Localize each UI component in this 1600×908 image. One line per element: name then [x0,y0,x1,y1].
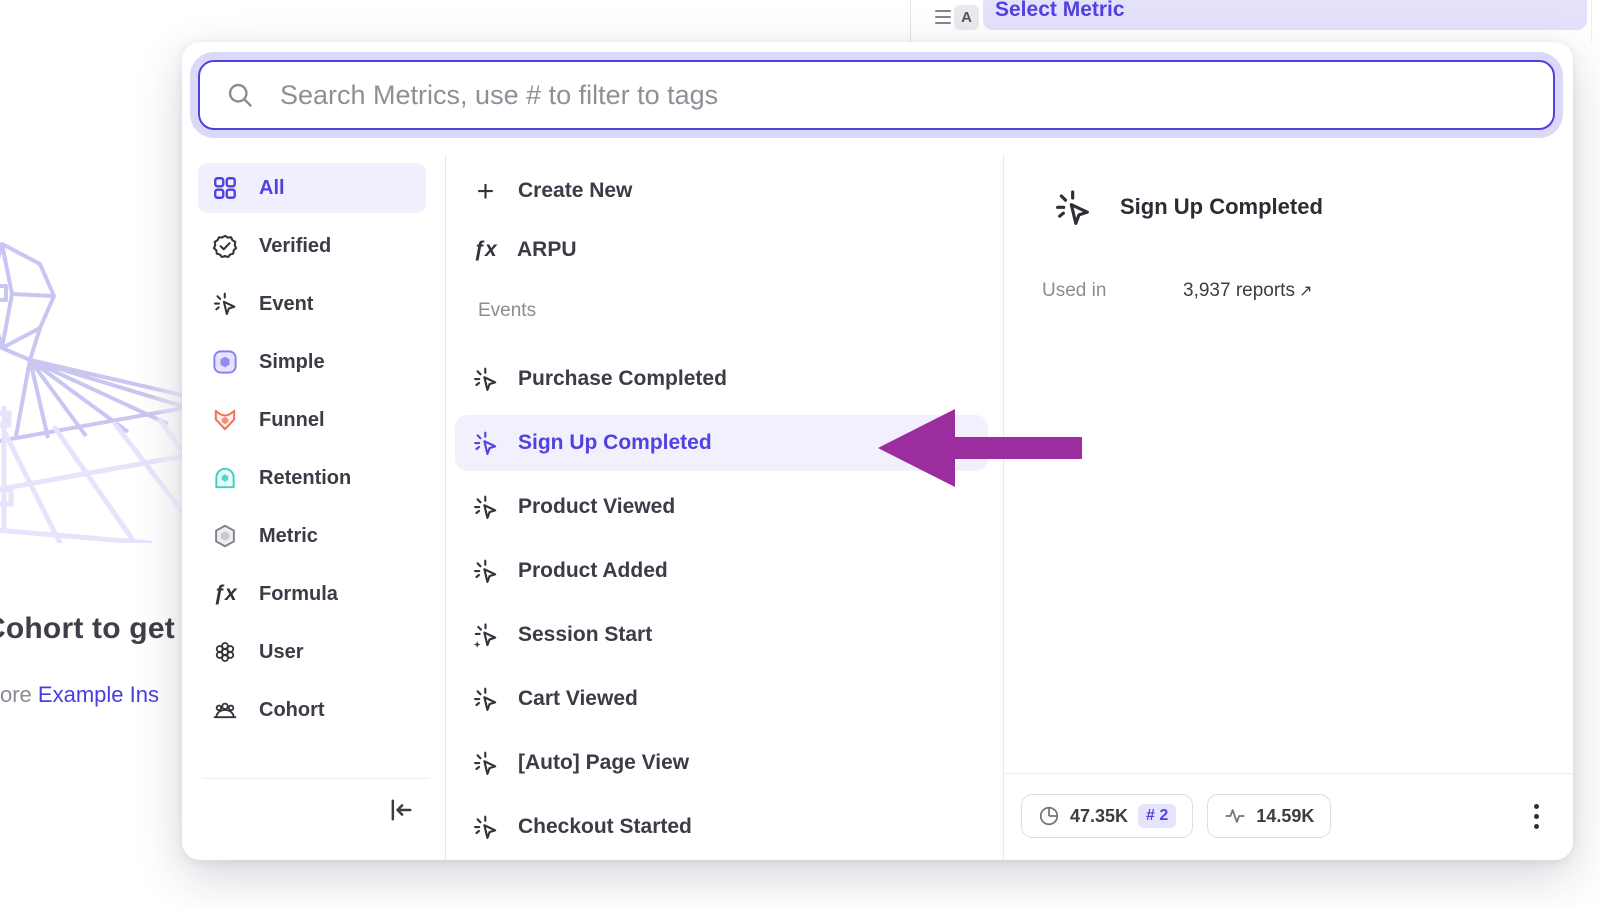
category-sidebar: All Verified Event Simple Funnel Retenti… [198,163,444,743]
total-count-chip[interactable]: 47.35K # 2 [1021,794,1193,838]
event-click-icon [1053,188,1093,228]
sidebar-item-label: Verified [259,235,331,258]
used-in-reports-link[interactable]: 3,937 reports↗ [1183,280,1312,302]
list-item-auto-page-view[interactable]: [Auto] Page View [455,735,988,791]
page: Cohort to get s ore Example Ins A Select… [0,0,1600,908]
used-in-label: Used in [1042,280,1106,302]
collapse-sidebar-button[interactable] [380,789,422,831]
sidebar-item-retention[interactable]: Retention [198,453,426,503]
activity-count-chip[interactable]: 14.59K [1207,794,1331,838]
verified-badge-icon [212,233,238,259]
sidebar-item-label: User [259,641,303,664]
sidebar-item-label: Simple [259,351,325,374]
list-item-arpu[interactable]: ƒx ARPU [455,232,988,268]
detail-stats: 47.35K # 2 14.59K [1021,794,1331,838]
grid-icon [212,175,238,201]
sidebar-item-user[interactable]: User [198,627,426,677]
sidebar-item-event[interactable]: Event [198,279,426,329]
formula-fx-icon: ƒx [472,238,498,262]
collapse-left-icon [387,796,415,824]
background-headline: Cohort to get s [0,612,200,646]
background-subline: ore Example Ins [0,682,159,708]
background-subline-text: ore [0,682,38,707]
event-click-icon [212,291,238,317]
list-item-session-start[interactable]: Session Start [455,607,988,663]
series-a-badge: A [954,5,979,30]
list-item-label: Product Viewed [518,495,675,519]
list-item-cart-viewed[interactable]: Cart Viewed [455,671,988,727]
sidebar-item-label: All [259,177,285,200]
sidebar-item-funnel[interactable]: Funnel [198,395,426,445]
sidebar-item-metric[interactable]: Metric [198,511,426,561]
list-item-product-added[interactable]: Product Added [455,543,988,599]
funnel-icon [212,407,238,433]
search-icon [226,81,254,109]
list-item-label: Sign Up Completed [518,431,712,455]
list-item-label: Checkout Started [518,815,692,839]
select-metric-card: A Select Metric [910,0,1592,42]
event-click-icon [472,814,499,841]
user-cluster-icon [212,639,238,665]
event-click-icon [472,558,499,585]
list-item-label: Product Added [518,559,668,583]
sidebar-item-label: Cohort [259,699,325,722]
sidebar-item-cohort[interactable]: Cohort [198,685,426,735]
total-count-value: 47.35K [1070,806,1128,827]
search-box[interactable] [198,60,1555,130]
activity-icon [1224,805,1246,827]
create-new-label: Create New [518,179,632,203]
select-metric-field[interactable]: Select Metric [983,0,1587,30]
sidebar-item-label: Event [259,293,313,316]
event-click-icon [472,366,499,393]
example-insights-link[interactable]: Example Ins [38,682,159,707]
sidebar-footer-divider [202,778,430,779]
sidebar-item-label: Funnel [259,409,325,432]
events-section-header: Events [478,300,1003,328]
event-click-icon [472,750,499,777]
sidebar-item-formula[interactable]: ƒx Formula [198,569,426,619]
detail-divider [1003,155,1004,860]
select-metric-label: Select Metric [995,0,1125,22]
list-item-label: Cart Viewed [518,687,638,711]
event-click-icon [472,430,499,457]
search-input[interactable] [278,79,1527,112]
simple-metric-icon [212,349,238,375]
detail-footer-divider [1004,773,1573,774]
cohort-people-icon [212,697,238,723]
list-item-label: Session Start [518,623,652,647]
list-item-label: Purchase Completed [518,367,727,391]
sidebar-item-simple[interactable]: Simple [198,337,426,387]
list-item-label: ARPU [517,238,577,262]
sidebar-item-label: Retention [259,467,351,490]
retention-icon [212,465,238,491]
list-item-checkout-started[interactable]: Checkout Started [455,799,988,855]
detail-title: Sign Up Completed [1120,194,1323,220]
more-options-button[interactable] [1518,798,1554,834]
external-link-icon: ↗ [1299,283,1312,300]
metric-list: + Create New ƒx ARPU Events Purchase Com… [446,155,1003,860]
kebab-menu-icon [1534,804,1539,809]
list-item-purchase-completed[interactable]: Purchase Completed [455,351,988,407]
list-item-label: [Auto] Page View [518,751,689,775]
event-click-icon [472,494,499,521]
create-new-button[interactable]: + Create New [455,173,988,209]
used-in-reports-count: 3,937 reports [1183,280,1295,301]
drag-handle-icon[interactable] [935,10,951,24]
event-click-star-icon [472,622,499,649]
plus-icon: + [472,178,499,205]
formula-fx-icon: ƒx [212,582,238,606]
rank-badge: # 2 [1138,804,1176,828]
sidebar-item-label: Metric [259,525,318,548]
annotation-arrow [856,400,1088,496]
sidebar-item-label: Formula [259,583,338,606]
metric-hexagon-icon [212,523,238,549]
pie-chart-icon [1038,805,1060,827]
sidebar-item-all[interactable]: All [198,163,426,213]
activity-count-value: 14.59K [1256,806,1314,827]
sidebar-item-verified[interactable]: Verified [198,221,426,271]
event-click-icon [472,686,499,713]
wireframe-illustration [0,228,195,543]
